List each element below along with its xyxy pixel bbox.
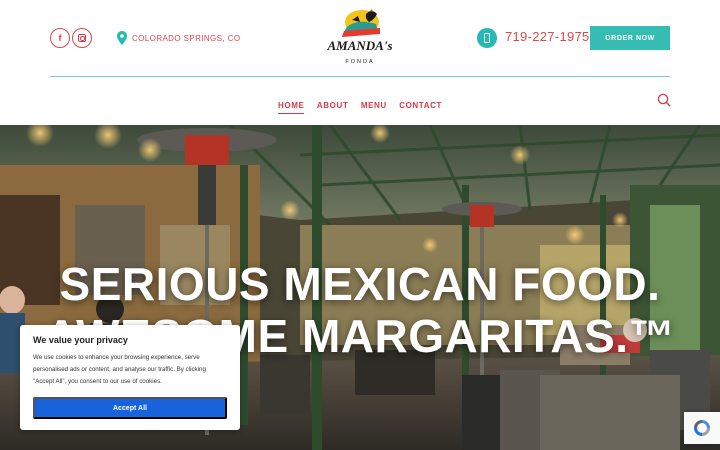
facebook-icon[interactable]: f [50,28,70,48]
site-header: f COLORADO SPRINGS, CO AMANDA's FONDA 71… [0,0,720,125]
cookie-consent-banner: We value your privacy We use cookies to … [20,325,240,430]
recaptcha-badge[interactable] [684,412,720,444]
location: COLORADO SPRINGS, CO [117,31,240,45]
nav-menu[interactable]: MENU [361,101,387,113]
recaptcha-icon [694,420,710,436]
facebook-glyph: f [58,33,62,43]
instagram-glyph [78,34,86,42]
map-pin-icon [117,31,127,45]
logo-sub: FONDA [345,59,374,65]
handset-glyph [484,33,490,43]
nav-about[interactable]: ABOUT [317,101,348,113]
amandas-fonda-logo[interactable]: AMANDA's FONDA [322,6,398,70]
logo-name: AMANDA's [326,38,392,53]
phone-icon[interactable] [477,28,497,48]
instagram-icon[interactable] [72,28,92,48]
header-divider [50,76,670,77]
search-icon[interactable] [657,93,671,107]
main-nav: HOME ABOUT MENU CONTACT [0,95,720,114]
cookie-title: We value your privacy [33,335,128,345]
order-now-button[interactable]: ORDER NOW [590,26,670,50]
accept-all-button[interactable]: Accept All [33,397,227,419]
phone-number-link[interactable]: 719-227-1975 [505,29,590,44]
hero-headline-line1: SERIOUS MEXICAN FOOD. [59,258,661,310]
cookie-text: We use cookies to enhance your browsing … [33,354,206,385]
nav-contact[interactable]: CONTACT [399,101,442,113]
location-text: COLORADO SPRINGS, CO [132,33,241,43]
nav-home[interactable]: HOME [278,101,305,114]
